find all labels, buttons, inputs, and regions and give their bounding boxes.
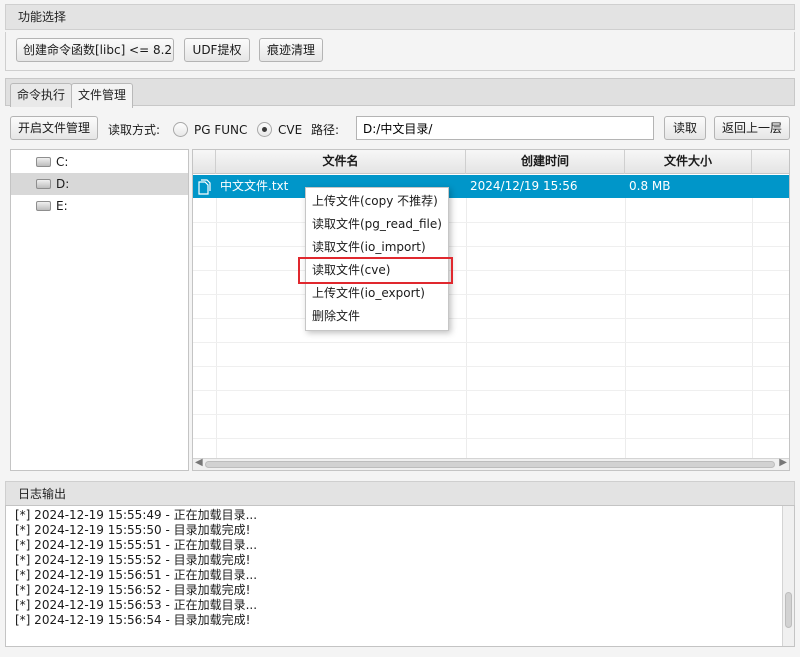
- grid-line: [193, 270, 789, 271]
- hard-drive-icon: [36, 157, 51, 167]
- log-line: [*] 2024-12-19 15:55:49 - 正在加载目录...: [15, 508, 258, 522]
- back-button[interactable]: 返回上一层: [714, 116, 790, 140]
- grid-line: [193, 318, 789, 319]
- menu-item-read-pg-read-file[interactable]: 读取文件(pg_read_file): [306, 213, 448, 236]
- scroll-right-icon[interactable]: ▶: [779, 457, 787, 468]
- read-mode-label: 读取方式:: [108, 123, 161, 137]
- table-row[interactable]: 中文文件.txt 2024/12/19 15:56 0.8 MB: [193, 175, 789, 198]
- log-line: [*] 2024-12-19 15:56:53 - 正在加载目录...: [15, 598, 258, 612]
- grid-line: [193, 246, 789, 247]
- grid-line: [193, 342, 789, 343]
- column-header-size[interactable]: 文件大小: [625, 150, 752, 174]
- grid-line: [193, 294, 789, 295]
- highlight-annotation-box: [298, 257, 453, 284]
- log-line: [*] 2024-12-19 15:55:52 - 目录加载完成!: [15, 553, 251, 567]
- file-size-cell: 0.8 MB: [629, 179, 671, 193]
- path-input[interactable]: [356, 116, 654, 140]
- drive-label: C:: [56, 155, 69, 169]
- column-header-filename[interactable]: 文件名: [216, 150, 466, 174]
- radio-pg-func[interactable]: [173, 122, 188, 137]
- log-panel-title: 日志输出: [5, 481, 795, 506]
- log-line: [*] 2024-12-19 15:55:50 - 目录加载完成!: [15, 523, 251, 537]
- open-file-manager-button[interactable]: 开启文件管理: [10, 116, 98, 140]
- table-header: 文件名 创建时间 文件大小: [193, 150, 789, 174]
- udf-privesc-button[interactable]: UDF提权: [184, 38, 250, 62]
- horizontal-scrollbar[interactable]: ◀ ▶: [193, 457, 789, 470]
- file-name-cell: 中文文件.txt: [220, 179, 289, 193]
- grid-line: [193, 390, 789, 391]
- radio-cve[interactable]: [257, 122, 272, 137]
- scrollbar-thumb[interactable]: [785, 592, 792, 628]
- log-line: [*] 2024-12-19 15:56:51 - 正在加载目录...: [15, 568, 258, 582]
- tab-file-manager[interactable]: 文件管理: [71, 83, 134, 108]
- vertical-scrollbar[interactable]: [782, 506, 794, 646]
- tab-bar: 命令执行 文件管理: [5, 78, 795, 108]
- menu-item-delete-file[interactable]: 删除文件: [306, 305, 448, 328]
- drive-tree: C: D: E:: [10, 149, 189, 471]
- grid-line: [193, 414, 789, 415]
- file-table: 文件名 创建时间 文件大小 中文文件.txt 2024/12/19 15:56 …: [192, 149, 790, 471]
- drive-item-d[interactable]: D:: [11, 173, 188, 195]
- clear-traces-button[interactable]: 痕迹清理: [259, 38, 323, 62]
- radio-cve-label: CVE: [278, 123, 303, 137]
- scroll-left-icon[interactable]: ◀: [195, 457, 203, 468]
- drive-label: E:: [56, 199, 68, 213]
- drive-item-c[interactable]: C:: [11, 151, 188, 173]
- column-header-created[interactable]: 创建时间: [466, 150, 625, 174]
- path-label: 路径:: [311, 123, 340, 137]
- drive-label: D:: [56, 177, 70, 191]
- read-button[interactable]: 读取: [664, 116, 706, 140]
- create-cmd-func-button[interactable]: 创建命令函数[libc] <= 8.2: [16, 38, 174, 62]
- grid-line: [193, 438, 789, 439]
- func-panel-title: 功能选择: [5, 4, 795, 30]
- grid-line: [193, 366, 789, 367]
- file-icon: [197, 175, 211, 203]
- log-output[interactable]: [*] 2024-12-19 15:55:49 - 正在加载目录... [*] …: [5, 505, 795, 647]
- menu-item-read-io-import[interactable]: 读取文件(io_import): [306, 236, 448, 259]
- menu-item-upload-copy[interactable]: 上传文件(copy 不推荐): [306, 190, 448, 213]
- log-line: [*] 2024-12-19 15:55:51 - 正在加载目录...: [15, 538, 258, 552]
- hard-drive-icon: [36, 201, 51, 211]
- hard-drive-icon: [36, 179, 51, 189]
- radio-pg-func-label: PG FUNC: [194, 123, 248, 137]
- drive-item-e[interactable]: E:: [11, 195, 188, 217]
- log-line: [*] 2024-12-19 15:56:54 - 目录加载完成!: [15, 613, 251, 627]
- column-header-icon: [193, 150, 216, 174]
- scrollbar-thumb[interactable]: [205, 461, 775, 468]
- tab-command-exec[interactable]: 命令执行: [10, 83, 73, 107]
- menu-item-upload-io-export[interactable]: 上传文件(io_export): [306, 282, 448, 305]
- grid-line: [193, 222, 789, 223]
- file-created-cell: 2024/12/19 15:56: [470, 179, 578, 193]
- log-line: [*] 2024-12-19 15:56:52 - 目录加载完成!: [15, 583, 251, 597]
